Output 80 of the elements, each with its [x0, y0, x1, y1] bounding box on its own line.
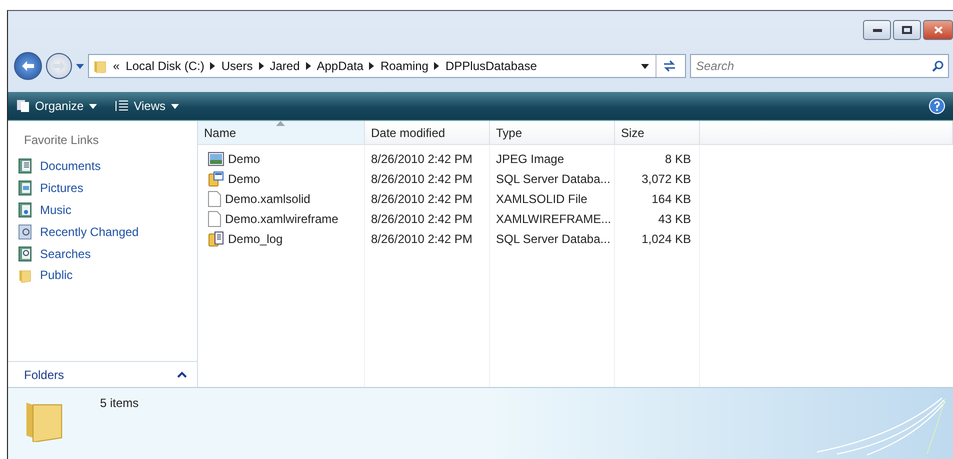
- table-cell-text: 8/26/2010 2:42 PM: [370, 231, 474, 248]
- minimize-button[interactable]: [863, 20, 891, 40]
- caret-icon: [170, 104, 178, 108]
- table-cell-text: 8/26/2010 2:42 PM: [370, 211, 474, 228]
- back-arrow-icon: [22, 61, 34, 71]
- pictures-icon: [18, 180, 32, 196]
- sidebar-link[interactable]: Public: [8, 265, 197, 286]
- sidebar-link[interactable]: Pictures: [8, 177, 197, 199]
- file-name[interactable]: Demo.xamlwireframe: [198, 209, 364, 229]
- clock-icon: [18, 224, 32, 240]
- file-name[interactable]: Demo: [198, 149, 364, 169]
- folder-icon: [18, 268, 32, 283]
- file-name[interactable]: Demo_log: [198, 229, 364, 249]
- sort-arrow-icon: [276, 121, 285, 126]
- file-name[interactable]: Demo: [198, 169, 364, 189]
- table-cell-text: SQL Server Databa...: [495, 231, 612, 248]
- chevron-icon: [177, 371, 187, 378]
- breadcrumb[interactable]: Jared: [270, 59, 300, 73]
- documents-icon: [18, 158, 32, 174]
- column-header[interactable]: Date modified: [365, 121, 490, 145]
- item-count: 5 items: [100, 396, 139, 412]
- breadcrumb[interactable]: DPPlusDatabase: [445, 59, 537, 73]
- toolbar-button[interactable]: Views: [114, 97, 178, 115]
- table-cell-text: 8/26/2010 2:42 PM: [370, 171, 474, 188]
- forward-arrow-icon: [53, 61, 65, 71]
- column-header[interactable]: Type: [490, 121, 615, 145]
- music-icon: [18, 202, 32, 218]
- caret-icon: [76, 64, 84, 68]
- back-button[interactable]: [14, 52, 42, 80]
- sidebar-link[interactable]: Music: [8, 199, 197, 221]
- search-icon: [932, 60, 944, 72]
- breadcrumb[interactable]: Roaming: [380, 59, 428, 73]
- table-cell-text: 3,072 KB: [640, 171, 692, 188]
- table-cell-text: 8/26/2010 2:42 PM: [370, 191, 474, 208]
- folder-icon: [93, 58, 107, 74]
- database-file-icon: [208, 171, 224, 187]
- blank-file-icon: [208, 211, 221, 227]
- table-cell-text: 8/26/2010 2:42 PM: [370, 151, 474, 168]
- pages-icon: [16, 99, 30, 113]
- table-cell-text: 43 KB: [657, 211, 692, 228]
- table-cell-text: XAMLSOLID File: [495, 191, 588, 208]
- column-header[interactable]: Size: [615, 121, 700, 145]
- column-header[interactable]: Name: [198, 121, 365, 145]
- favorite-links-heading: Favorite Links: [23, 132, 100, 149]
- caret-icon: [88, 104, 97, 108]
- caret-icon: [641, 64, 649, 68]
- close-icon: [934, 26, 942, 34]
- forward-button[interactable]: [46, 53, 72, 79]
- sidebar-link[interactable]: Searches: [8, 243, 197, 265]
- search-folder-icon: [18, 246, 32, 262]
- address-bar[interactable]: « Local Disk (C:) Users Jared AppData Roaming DPPlusDatabase: [88, 54, 686, 78]
- table-cell-text: 1,024 KB: [640, 231, 692, 248]
- table-cell-text: SQL Server Databa...: [495, 171, 612, 188]
- close-button[interactable]: [923, 20, 953, 40]
- log-file-icon: [208, 231, 224, 247]
- table-cell-text: 8 KB: [664, 151, 692, 168]
- table-cell-text: 164 KB: [650, 191, 692, 208]
- blank-file-icon: [208, 191, 221, 207]
- search-field[interactable]: Search: [690, 54, 949, 78]
- minimize-icon: [872, 28, 882, 32]
- views-icon: [114, 100, 129, 112]
- maximize-button[interactable]: [893, 20, 921, 40]
- breadcrumb-arrow-icon: [210, 62, 216, 70]
- breadcrumb-arrow-icon: [306, 62, 311, 70]
- breadcrumb[interactable]: Local Disk (C:): [126, 59, 204, 73]
- table-cell-text: JPEG Image: [495, 151, 566, 168]
- breadcrumb-arrow-icon: [434, 62, 440, 70]
- help-icon[interactable]: [929, 98, 945, 114]
- toolbar-button[interactable]: Organize: [16, 97, 97, 115]
- sidebar-link[interactable]: Recently Changed: [8, 221, 197, 243]
- sidebar-link[interactable]: Documents: [8, 155, 197, 177]
- file-name[interactable]: Demo.xamlsolid: [198, 189, 364, 209]
- table-cell-text: XAMLWIREFRAME...: [495, 211, 612, 228]
- maximize-icon: [902, 26, 912, 34]
- breadcrumb-arrow-icon: [258, 62, 264, 70]
- overflow-chevron[interactable]: «: [113, 59, 120, 73]
- image-file-icon: [208, 152, 224, 166]
- breadcrumb-arrow-icon: [369, 62, 374, 70]
- breadcrumb[interactable]: AppData: [316, 59, 364, 73]
- breadcrumb[interactable]: Users: [221, 59, 253, 73]
